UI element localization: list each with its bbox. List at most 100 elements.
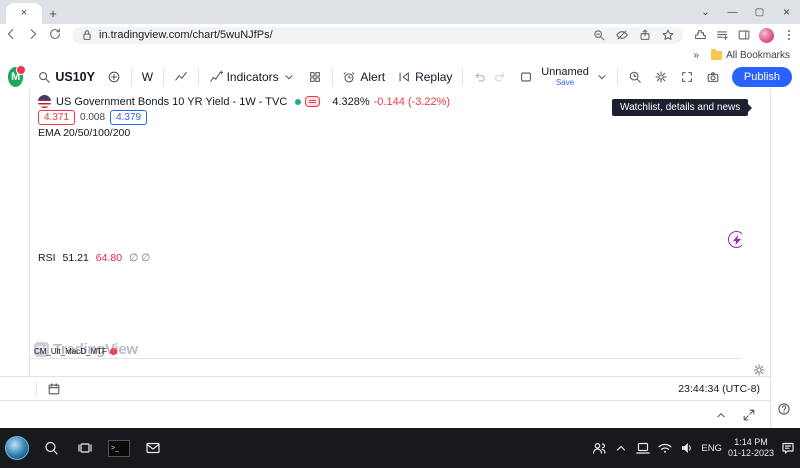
wifi-icon[interactable] [657, 440, 673, 456]
save-label[interactable]: Save [556, 79, 574, 87]
ema-legend[interactable]: EMA 20/50/100/200 [38, 127, 130, 139]
price-axis[interactable] [742, 90, 770, 358]
last-value: 4.328% [332, 96, 369, 108]
status-bar [0, 400, 770, 428]
data-issue-icon[interactable] [305, 96, 320, 107]
indicators-icon [209, 70, 223, 84]
spread-value: 0.008 [80, 112, 105, 123]
close-icon[interactable]: × [773, 5, 800, 19]
all-bookmarks-label[interactable]: All Bookmarks [726, 50, 790, 61]
time-axis[interactable] [30, 358, 742, 377]
window-controls: ⌄ — ▢ × [692, 0, 800, 24]
tab-search-icon[interactable]: ⌄ [692, 7, 719, 18]
rsi-legend[interactable]: RSI 51.21 64.80 ∅ ∅ [38, 252, 150, 264]
rsi-value: 51.21 [63, 252, 89, 264]
task-view-icon[interactable] [68, 428, 102, 468]
search-icon [37, 70, 51, 84]
bookmark-star-icon[interactable] [661, 28, 675, 42]
language-indicator[interactable]: ENG [701, 443, 722, 454]
mail-icon[interactable] [136, 428, 170, 468]
device-icon[interactable] [635, 440, 651, 456]
compare-icon[interactable] [101, 70, 127, 84]
chart-type-icon[interactable] [168, 70, 194, 84]
error-icon: ! [110, 348, 117, 355]
bookmarks-bar: » All Bookmarks [0, 46, 800, 64]
url-bar[interactable]: in.tradingview.com/chart/5wuNJfPs/ [72, 27, 683, 44]
templates-icon[interactable] [302, 70, 328, 84]
alert-button[interactable]: Alert [336, 70, 391, 84]
start-button[interactable] [0, 428, 34, 468]
taskbar-search-icon[interactable] [34, 428, 68, 468]
minimize-icon[interactable]: — [719, 7, 746, 18]
settings-gear-icon[interactable] [648, 70, 674, 84]
symbol-search-button[interactable]: US10Y [31, 70, 101, 84]
profile-avatar[interactable] [759, 28, 774, 43]
alert-icon [342, 70, 356, 84]
bid-ask-row: 4.371 0.008 4.379 [38, 110, 147, 125]
tray-chevron-icon[interactable] [613, 440, 629, 456]
legend-title[interactable]: US Government Bonds 10 YR Yield - 1W - T… [56, 96, 287, 108]
us-flag-icon [38, 95, 51, 108]
reading-list-icon[interactable] [715, 28, 729, 42]
symbol-label: US10Y [55, 70, 95, 84]
bid-value: 4.371 [38, 110, 75, 125]
change-value: -0.144 (-3.22%) [374, 96, 450, 108]
terminal-icon[interactable]: >_ [102, 428, 136, 468]
clock-date[interactable]: 1:14 PM01-12-2023 [728, 437, 774, 460]
layout-select-icon[interactable] [513, 70, 539, 84]
browser-toolbar: in.tradingview.com/chart/5wuNJfPs/ [0, 24, 800, 46]
market-status-dot [295, 99, 301, 105]
browser-tab-strip: × + ⌄ — ▢ × [0, 0, 800, 24]
close-tab-icon[interactable]: × [21, 8, 27, 19]
ask-value: 4.379 [110, 110, 147, 125]
active-tab[interactable]: × [6, 3, 42, 24]
action-center-icon[interactable] [780, 440, 796, 456]
screen: × + ⌄ — ▢ × in.tradingview.com/chart/5wu… [0, 0, 800, 468]
main-legend[interactable]: US Government Bonds 10 YR Yield - 1W - T… [38, 95, 450, 108]
publish-button[interactable]: Publish [732, 67, 792, 87]
layout-name[interactable]: UnnamedSave [541, 67, 589, 87]
indicators-button[interactable]: Indicators [203, 70, 302, 84]
chart-area[interactable] [30, 90, 742, 358]
all-bookmarks-folder-icon [711, 51, 722, 60]
redo-icon[interactable] [493, 70, 513, 84]
forward-icon[interactable] [22, 27, 44, 44]
fullscreen-icon[interactable] [674, 70, 700, 84]
speaker-icon[interactable] [679, 440, 695, 456]
reload-icon[interactable] [44, 27, 66, 44]
lock-icon [80, 28, 94, 42]
interval-button[interactable]: W [136, 70, 159, 84]
maximize-icon[interactable]: ▢ [746, 7, 773, 18]
tv-header: M US10Y W Indicators Alert Replay [0, 64, 800, 91]
eye-off-icon[interactable] [615, 28, 629, 42]
watchlist-tooltip: Watchlist, details and news [612, 99, 748, 116]
zoom-out-icon[interactable] [592, 28, 606, 42]
axis-gear-icon[interactable] [752, 363, 766, 377]
replay-button[interactable]: Replay [391, 70, 458, 84]
ema-label: EMA 20/50/100/200 [38, 127, 130, 139]
go-to-date-icon[interactable] [47, 382, 61, 396]
chevron-down-icon [282, 70, 296, 84]
menu-kebab-icon[interactable] [782, 28, 796, 42]
new-tab-button[interactable]: + [42, 3, 64, 24]
quick-search-icon[interactable] [622, 70, 648, 84]
windows-taskbar: >_ ENG 1:14 PM01-12-2023 [0, 428, 800, 468]
layout-chevron-icon[interactable] [591, 70, 613, 84]
user-avatar[interactable]: M [8, 67, 23, 87]
people-icon[interactable] [591, 440, 607, 456]
snapshot-camera-icon[interactable] [700, 70, 726, 84]
back-icon[interactable] [0, 27, 22, 44]
session-clock[interactable]: 23:44:34 (UTC-8) [678, 383, 760, 395]
undo-icon[interactable] [467, 70, 493, 84]
rsi-extra-values: ∅ ∅ [129, 252, 150, 264]
share-icon[interactable] [638, 28, 652, 42]
chart-canvas[interactable] [30, 90, 742, 358]
range-bar: 23:44:34 (UTC-8) [0, 376, 770, 400]
panel-chevron-up-icon[interactable] [714, 408, 728, 422]
extensions-icon[interactable] [693, 28, 707, 42]
panel-expand-icon[interactable] [742, 408, 756, 422]
indicator-error-label[interactable]: CM_Ult_MacD_MTF! [34, 347, 117, 356]
url-text[interactable]: in.tradingview.com/chart/5wuNJfPs/ [99, 29, 583, 41]
side-panel-icon[interactable] [737, 28, 751, 42]
bookmarks-overflow[interactable]: » [694, 50, 700, 61]
